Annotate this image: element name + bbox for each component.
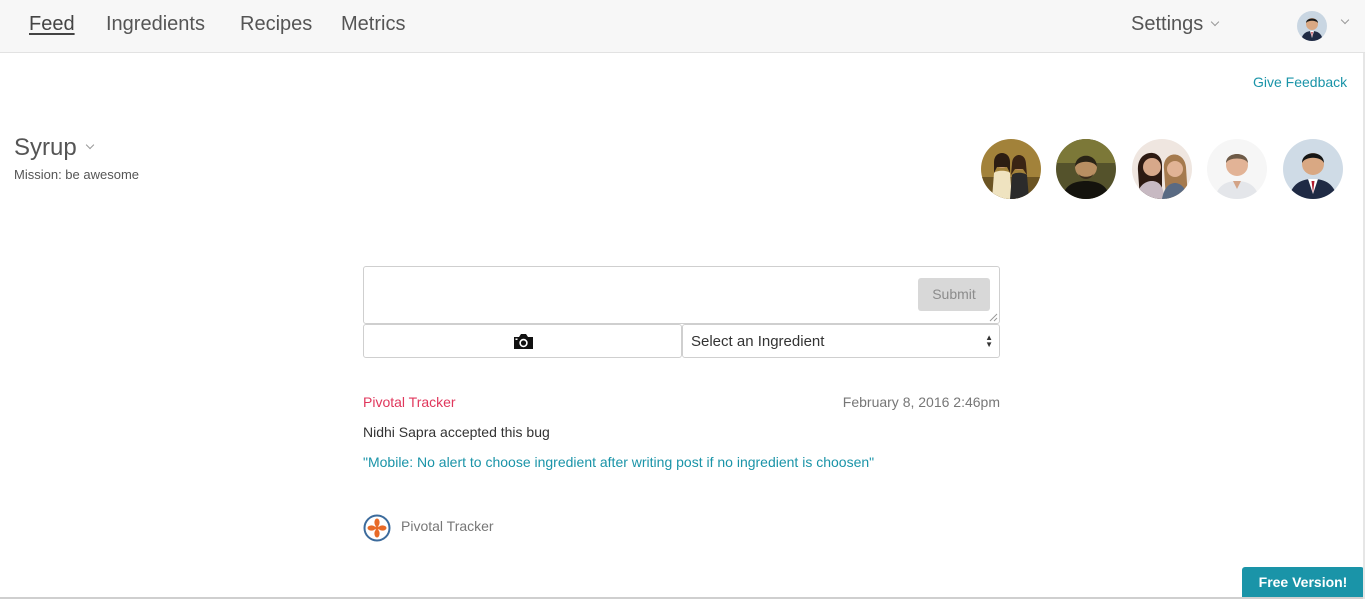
nav-feed[interactable]: Feed [29,13,75,36]
feed-item-footer-source: Pivotal Tracker [401,518,494,534]
ingredient-select[interactable]: Select an Ingredient ▲ ▼ [682,324,1000,358]
ingredient-select-value: Select an Ingredient [691,333,825,350]
chevron-down-icon [85,140,94,150]
member-avatar-4[interactable] [1207,139,1267,199]
member-avatar-3[interactable] [1132,139,1192,199]
user-avatar[interactable] [1297,11,1327,41]
nav-metrics[interactable]: Metrics [341,13,405,36]
nav-ingredients[interactable]: Ingredients [106,13,205,36]
free-version-button[interactable]: Free Version! [1242,567,1364,597]
camera-icon [514,334,533,349]
top-nav-bar: Feed Ingredients Recipes Metrics Setting… [0,0,1365,53]
submit-button[interactable]: Submit [918,278,990,311]
member-avatar-2[interactable] [1056,139,1116,199]
member-avatar-1[interactable] [981,139,1041,199]
nav-recipes[interactable]: Recipes [240,13,312,36]
feed-item-text: Nidhi Sapra accepted this bug [363,424,550,440]
feed-item-timestamp: February 8, 2016 2:46pm [842,394,1000,410]
account-chevron-down-icon[interactable] [1340,15,1350,25]
team-name: Syrup [14,134,77,161]
feed-item-source[interactable]: Pivotal Tracker [363,394,456,410]
resize-handle-icon[interactable] [989,313,998,322]
give-feedback-link[interactable]: Give Feedback [1253,74,1347,90]
team-mission: Mission: be awesome [14,167,139,182]
settings-label: Settings [1131,13,1204,35]
pivotal-tracker-logo-icon [363,514,391,542]
settings-menu[interactable]: Settings [1131,13,1220,36]
chevron-down-icon [1211,17,1220,27]
add-photo-button[interactable] [363,324,682,358]
member-avatar-5[interactable] [1283,139,1343,199]
select-arrows-icon: ▲ ▼ [985,333,993,349]
team-switcher[interactable]: Syrup [14,134,94,162]
feed-item-story-link[interactable]: "Mobile: No alert to choose ingredient a… [363,454,874,470]
post-textarea[interactable] [363,266,1000,324]
